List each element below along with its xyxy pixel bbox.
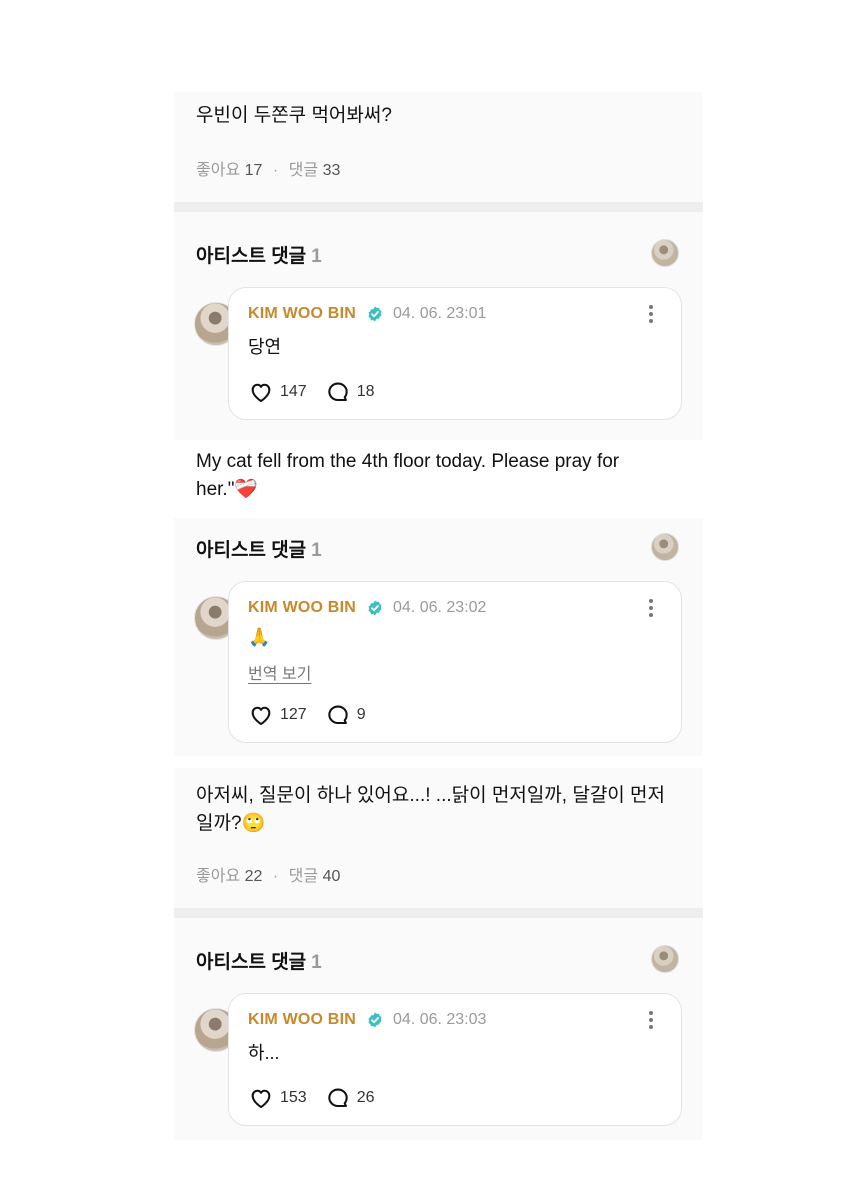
comments-count: 33 <box>322 162 341 179</box>
artist-comment-header: 아티스트 댓글 1 <box>196 535 322 562</box>
artist-name[interactable]: KIM WOO BIN <box>248 305 356 323</box>
post-meta: 좋아요 17 · 댓글 33 <box>196 156 340 180</box>
translate-link[interactable]: 번역 보기 <box>248 660 311 684</box>
comment-actions: 127 9 <box>248 702 384 728</box>
post-text: My cat fell from the 4th floor today. Pl… <box>196 451 620 500</box>
artist-comment-count: 1 <box>311 540 322 561</box>
heart-icon[interactable] <box>248 379 274 405</box>
post-text: 우빈이 두쫀쿠 먹어봐써? <box>196 105 392 126</box>
post-meta: 좋아요 22 · 댓글 40 <box>196 862 340 886</box>
artist-comment-card: KIM WOO BIN 04. 06. 23:02 🙏 번역 보기 127 9 <box>228 581 682 743</box>
comment-text: 당연 <box>248 337 282 357</box>
comments-label[interactable]: 댓글 <box>289 868 318 885</box>
like-count: 153 <box>280 1089 307 1106</box>
likes-label[interactable]: 좋아요 <box>196 868 240 885</box>
artist-mini-avatar[interactable] <box>651 533 679 561</box>
like-count: 127 <box>280 706 307 723</box>
artist-name[interactable]: KIM WOO BIN <box>248 1011 356 1029</box>
likes-count: 22 <box>244 868 263 885</box>
artist-mini-avatar[interactable] <box>651 945 679 973</box>
comment-timestamp: 04. 06. 23:02 <box>393 599 487 616</box>
kebab-menu-icon[interactable] <box>648 599 654 617</box>
comment-actions: 153 26 <box>248 1085 393 1111</box>
verified-badge-icon <box>368 1012 382 1028</box>
artist-mini-avatar[interactable] <box>651 239 679 267</box>
artist-comment-count: 1 <box>311 952 322 973</box>
likes-count: 17 <box>244 162 263 179</box>
comment-bubble-icon[interactable] <box>325 1085 351 1111</box>
heart-icon[interactable] <box>248 702 274 728</box>
artist-comment-title: 아티스트 댓글 <box>196 952 307 973</box>
artist-comment-title: 아티스트 댓글 <box>196 540 307 561</box>
verified-badge-icon <box>368 306 382 322</box>
kebab-menu-icon[interactable] <box>648 1011 654 1029</box>
comment-bubble-icon[interactable] <box>325 702 351 728</box>
artist-comment-card: KIM WOO BIN 04. 06. 23:03 하... 153 26 <box>228 993 682 1126</box>
meta-separator: · <box>272 868 279 885</box>
comment-actions: 147 18 <box>248 379 393 405</box>
post-text: 아저씨, 질문이 하나 있어요...! ...닭이 먼저일까, 달걀이 먼저일까… <box>196 785 666 834</box>
section-divider <box>174 202 703 212</box>
comment-timestamp: 04. 06. 23:01 <box>393 305 487 322</box>
comments-label[interactable]: 댓글 <box>289 162 318 179</box>
comment-text: 하... <box>248 1043 280 1063</box>
comments-count: 40 <box>322 868 341 885</box>
heart-icon[interactable] <box>248 1085 274 1111</box>
reply-count: 9 <box>356 706 366 723</box>
meta-separator: · <box>272 162 279 179</box>
artist-comment-header: 아티스트 댓글 1 <box>196 947 322 974</box>
artist-name[interactable]: KIM WOO BIN <box>248 599 356 617</box>
comment-text: 🙏 <box>248 627 271 647</box>
section-divider <box>174 908 703 918</box>
likes-label[interactable]: 좋아요 <box>196 162 240 179</box>
artist-comment-count: 1 <box>311 246 322 267</box>
comment-bubble-icon[interactable] <box>325 379 351 405</box>
reply-count: 18 <box>356 383 375 400</box>
kebab-menu-icon[interactable] <box>648 305 654 323</box>
reply-count: 26 <box>356 1089 375 1106</box>
artist-comment-card: KIM WOO BIN 04. 06. 23:01 당연 147 18 <box>228 287 682 420</box>
like-count: 147 <box>280 383 307 400</box>
artist-comment-header: 아티스트 댓글 1 <box>196 241 322 268</box>
artist-comment-title: 아티스트 댓글 <box>196 246 307 267</box>
comment-timestamp: 04. 06. 23:03 <box>393 1011 487 1028</box>
verified-badge-icon <box>368 600 382 616</box>
